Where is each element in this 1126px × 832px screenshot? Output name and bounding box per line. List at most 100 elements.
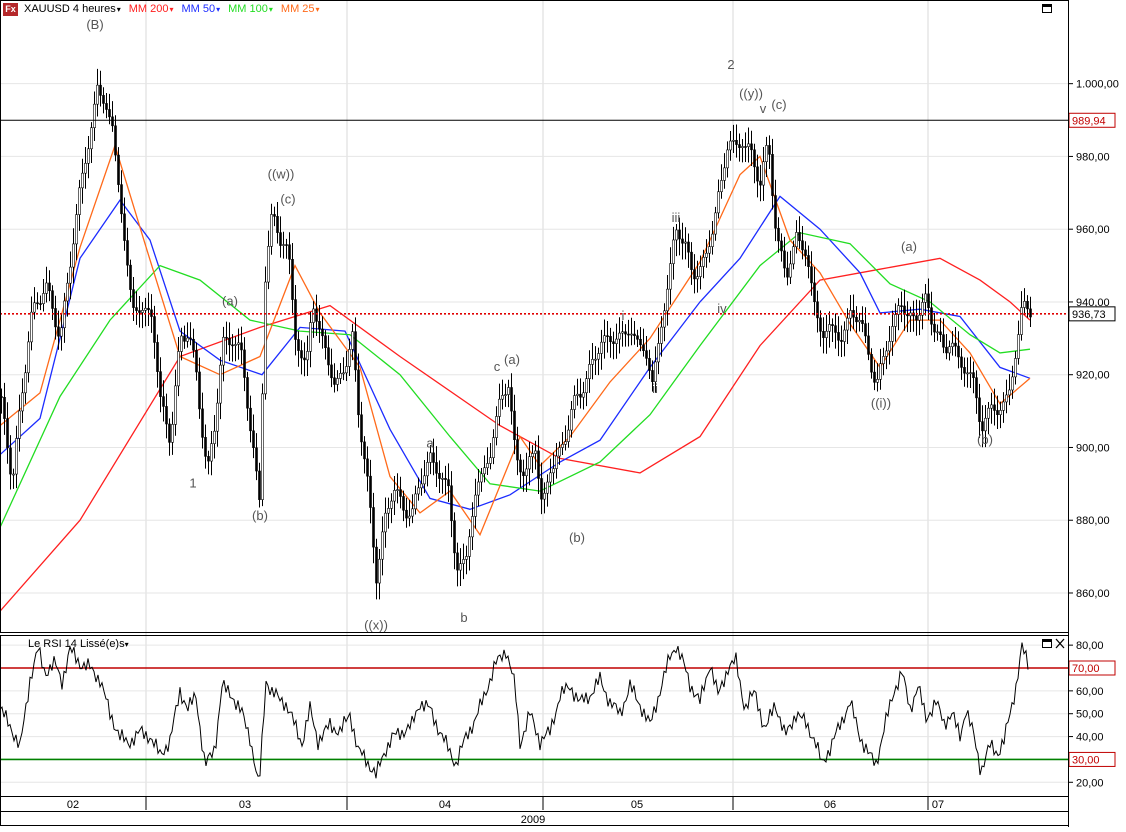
candle-body [747, 143, 750, 147]
candle-body [141, 310, 144, 313]
candle-body [201, 408, 204, 438]
candle-body [918, 314, 921, 321]
candle-body [468, 536, 471, 557]
month-label: 04 [439, 799, 451, 811]
candle-body [495, 416, 498, 438]
candle-body [147, 307, 150, 311]
candle-body [546, 481, 549, 494]
candle-body [864, 323, 867, 337]
candle-body [222, 336, 225, 366]
candle-body [312, 308, 315, 323]
candle-body [756, 166, 759, 182]
wave-label: iii [672, 210, 681, 225]
candle-body [975, 377, 978, 399]
candle-body [1026, 301, 1029, 310]
candle-body [525, 468, 528, 477]
candle-body [387, 508, 390, 514]
price-tick-label: 900,00 [1076, 442, 1110, 454]
rsi-title: Le RSI 14 Lissé(e)s [28, 638, 125, 650]
ma25-selector[interactable]: MM 25▾ [281, 3, 320, 17]
candle-body [450, 485, 453, 522]
candle-body [753, 149, 756, 168]
candle-body [501, 395, 504, 400]
candle-body [318, 321, 321, 330]
wave-label: ((i)) [871, 395, 891, 410]
candle-body [168, 423, 171, 443]
candle-body [1014, 358, 1017, 378]
candle-body [738, 144, 741, 148]
candle-body [123, 213, 126, 241]
candle-body [996, 410, 999, 415]
candle-body [648, 358, 651, 371]
candle-body [69, 266, 72, 284]
candle-body [144, 307, 147, 311]
candle-body [822, 331, 825, 338]
month-label: 02 [67, 799, 79, 811]
candle-body [87, 148, 90, 164]
candle-body [873, 371, 876, 383]
candle-body [531, 453, 534, 457]
chevron-down-icon: ▾ [268, 5, 273, 14]
month-label: 03 [239, 799, 251, 811]
candle-body [930, 307, 933, 325]
rsi-indicator-selector[interactable]: Le RSI 14 Lissé(e)s▾ [28, 638, 129, 650]
candle-body [606, 335, 609, 337]
wave-label: 1 [189, 475, 196, 490]
ma50-selector[interactable]: MM 50▾ [182, 3, 221, 17]
candle-body [423, 475, 426, 485]
month-label: 05 [631, 799, 643, 811]
candle-body [195, 349, 198, 373]
candle-body [156, 342, 159, 372]
candle-body [471, 516, 474, 538]
candle-body [744, 146, 747, 148]
candle-body [21, 392, 24, 412]
candle-body [507, 387, 510, 395]
candle-body [858, 320, 861, 323]
candle-body [792, 246, 795, 265]
candle-body [336, 378, 339, 385]
candle-body [687, 241, 690, 253]
candle-body [678, 229, 681, 240]
candle-body [561, 444, 564, 448]
symbol-selector[interactable]: XAUUSD 4 heures▾ [24, 3, 121, 17]
candle-body [750, 143, 753, 151]
candle-body [987, 407, 990, 419]
candle-body [240, 342, 243, 351]
candle-body [84, 163, 87, 174]
candle-body [837, 332, 840, 341]
candle-body [846, 317, 849, 331]
candle-body [360, 414, 363, 443]
candle-body [414, 493, 417, 510]
candle-body [735, 139, 738, 145]
candle-body [363, 441, 366, 460]
candle-body [393, 490, 396, 502]
candle-body [294, 299, 297, 340]
candle-body [261, 393, 264, 500]
ma200-selector[interactable]: MM 200▾ [129, 3, 174, 17]
candle-body [705, 252, 708, 258]
price-tick-label: 1.000,00 [1076, 79, 1119, 91]
candle-body [117, 154, 120, 185]
candle-body [1023, 301, 1026, 308]
candle-body [537, 450, 540, 479]
candle-body [333, 377, 336, 385]
candle-body [372, 507, 375, 548]
ma100-selector[interactable]: MM 100▾ [228, 3, 273, 17]
candle-body [939, 331, 942, 335]
candle-body [339, 373, 342, 379]
candle-body [990, 404, 993, 409]
candle-body [9, 447, 12, 475]
candle-body [114, 125, 117, 156]
wave-label: b [460, 610, 467, 625]
candle-body [993, 404, 996, 411]
candle-body [171, 424, 174, 443]
candle-body [177, 351, 180, 387]
candle-body [381, 531, 384, 560]
candle-body [1029, 308, 1032, 318]
candle-body [93, 103, 96, 129]
wave-label: ((x)) [364, 617, 388, 632]
candle-body [615, 338, 618, 344]
candle-body [891, 326, 894, 342]
candle-body [579, 393, 582, 398]
candle-body [429, 452, 432, 463]
